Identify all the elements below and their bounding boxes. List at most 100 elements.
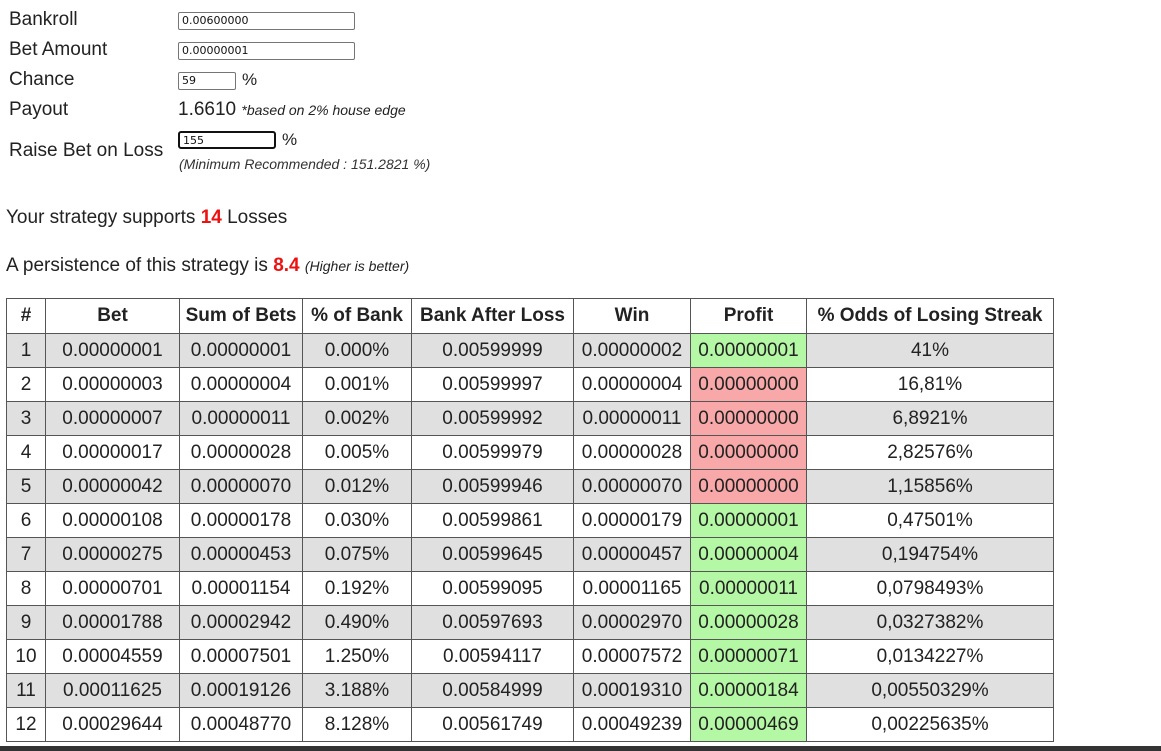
- win-cell: 0.00049239: [573, 707, 691, 742]
- row-number: 3: [6, 401, 46, 436]
- row-number: 12: [6, 707, 46, 742]
- percent-of-bank-cell: 0.192%: [302, 571, 412, 606]
- bankroll-input[interactable]: [178, 12, 355, 30]
- profit-cell: 0.00000000: [690, 367, 807, 402]
- bank-after-loss-cell: 0.00599997: [411, 367, 574, 402]
- odds-cell: 0,0327382%: [806, 605, 1054, 640]
- table-row: 6 0.00000108 0.00000178 0.030% 0.00599861 0.0…: [6, 503, 1054, 538]
- odds-cell: 0,0798493%: [806, 571, 1054, 606]
- profit-cell: 0.00000000: [690, 401, 807, 436]
- win-cell: 0.00000011: [573, 401, 691, 436]
- row-number: 8: [6, 571, 46, 606]
- chance-unit: %: [242, 70, 258, 89]
- sum-of-bets-cell: 0.00001154: [179, 571, 303, 606]
- table-row: 2 0.00000003 0.00000004 0.001% 0.00599997 0.0…: [6, 367, 1054, 402]
- bet-cell: 0.00004559: [45, 639, 180, 674]
- persistence-summary: A persistence of this strategy is 8.4 (H…: [6, 255, 409, 277]
- odds-cell: 0,47501%: [806, 503, 1054, 538]
- table-row: 8 0.00000701 0.00001154 0.192% 0.00599095 0.0…: [6, 571, 1054, 606]
- table-row: 7 0.00000275 0.00000453 0.075% 0.00599645 0.0…: [6, 537, 1054, 572]
- bank-after-loss-cell: 0.00599979: [411, 435, 574, 470]
- table-row: 11 0.00011625 0.00019126 3.188% 0.00584999 0.…: [6, 673, 1054, 708]
- percent-of-bank-cell: 0.030%: [302, 503, 412, 538]
- profit-cell: 0.00000028: [690, 605, 807, 640]
- row-number: 5: [6, 469, 46, 504]
- bank-after-loss-cell: 0.00599999: [411, 333, 574, 368]
- bankroll-label: Bankroll: [9, 9, 78, 30]
- min-recommended-note: (Minimum Recommended : 151.2821 %): [179, 156, 431, 172]
- percent-of-bank-cell: 0.075%: [302, 537, 412, 572]
- supports-value: 14: [200, 207, 222, 228]
- sum-of-bets-cell: 0.00019126: [179, 673, 303, 708]
- sum-of-bets-cell: 0.00000453: [179, 537, 303, 572]
- bet-cell: 0.00001788: [45, 605, 180, 640]
- bet-cell: 0.00029644: [45, 707, 180, 742]
- odds-cell: 2,82576%: [806, 435, 1054, 470]
- bank-after-loss-cell: 0.00599095: [411, 571, 574, 606]
- bank-after-loss-cell: 0.00599645: [411, 537, 574, 572]
- profit-cell: 0.00000469: [690, 707, 807, 742]
- bank-after-loss-cell: 0.00594117: [411, 639, 574, 674]
- persistence-value: 8.4: [273, 255, 300, 276]
- row-number: 2: [6, 367, 46, 402]
- table-row: 10 0.00004559 0.00007501 1.250% 0.00594117 0.…: [6, 639, 1054, 674]
- profit-cell: 0.00000001: [690, 333, 807, 368]
- odds-cell: 1,15856%: [806, 469, 1054, 504]
- bottom-scroll-edge: [0, 746, 1161, 751]
- percent-of-bank-cell: 0.002%: [302, 401, 412, 436]
- win-cell: 0.00007572: [573, 639, 691, 674]
- header-percent-of-bank: % of Bank: [302, 298, 412, 334]
- payout-value: 1.6610 *based on 2% house edge: [178, 99, 406, 121]
- percent-of-bank-cell: 8.128%: [302, 707, 412, 742]
- sum-of-bets-cell: 0.00002942: [179, 605, 303, 640]
- sum-of-bets-cell: 0.00000028: [179, 435, 303, 470]
- payout-number: 1.6610: [178, 99, 237, 120]
- bet-cell: 0.00000108: [45, 503, 180, 538]
- bet-cell: 0.00011625: [45, 673, 180, 708]
- raise-unit: %: [282, 130, 298, 149]
- header-profit: Profit: [690, 298, 807, 334]
- profit-cell: 0.00000000: [690, 469, 807, 504]
- win-cell: 0.00000179: [573, 503, 691, 538]
- row-number: 6: [6, 503, 46, 538]
- sum-of-bets-cell: 0.00000011: [179, 401, 303, 436]
- win-cell: 0.00000028: [573, 435, 691, 470]
- row-number: 7: [6, 537, 46, 572]
- win-cell: 0.00019310: [573, 673, 691, 708]
- sum-of-bets-cell: 0.00000070: [179, 469, 303, 504]
- bank-after-loss-cell: 0.00599946: [411, 469, 574, 504]
- profit-cell: 0.00000071: [690, 639, 807, 674]
- percent-of-bank-cell: 0.012%: [302, 469, 412, 504]
- table-body: 1 0.00000001 0.00000001 0.000% 0.00599999 0.0…: [6, 333, 1054, 742]
- bank-after-loss-cell: 0.00561749: [411, 707, 574, 742]
- table-row: 4 0.00000017 0.00000028 0.005% 0.00599979 0.0…: [6, 435, 1054, 470]
- supports-suffix: Losses: [227, 207, 288, 228]
- win-cell: 0.00002970: [573, 605, 691, 640]
- odds-cell: 0,00550329%: [806, 673, 1054, 708]
- raise-bet-input[interactable]: [178, 131, 276, 149]
- header-number: #: [6, 298, 46, 334]
- sum-of-bets-cell: 0.00000004: [179, 367, 303, 402]
- percent-of-bank-cell: 0.000%: [302, 333, 412, 368]
- row-number: 10: [6, 639, 46, 674]
- supports-prefix: Your strategy supports: [6, 207, 196, 228]
- bank-after-loss-cell: 0.00584999: [411, 673, 574, 708]
- sum-of-bets-cell: 0.00048770: [179, 707, 303, 742]
- table-row: 1 0.00000001 0.00000001 0.000% 0.00599999 0.0…: [6, 333, 1054, 368]
- chance-input[interactable]: [178, 72, 236, 90]
- bet-amount-input[interactable]: [178, 42, 355, 60]
- odds-cell: 16,81%: [806, 367, 1054, 402]
- win-cell: 0.00000004: [573, 367, 691, 402]
- profit-cell: 0.00000001: [690, 503, 807, 538]
- header-sum-of-bets: Sum of Bets: [179, 298, 303, 334]
- persistence-prefix: A persistence of this strategy is: [6, 255, 268, 276]
- odds-cell: 0,194754%: [806, 537, 1054, 572]
- sum-of-bets-cell: 0.00000178: [179, 503, 303, 538]
- win-cell: 0.00000457: [573, 537, 691, 572]
- profit-cell: 0.00000011: [690, 571, 807, 606]
- header-win: Win: [573, 298, 691, 334]
- raise-bet-label: Raise Bet on Loss: [9, 140, 164, 161]
- win-cell: 0.00000002: [573, 333, 691, 368]
- table-header-row: # Bet Sum of Bets % of Bank Bank After L…: [6, 298, 1054, 334]
- percent-of-bank-cell: 1.250%: [302, 639, 412, 674]
